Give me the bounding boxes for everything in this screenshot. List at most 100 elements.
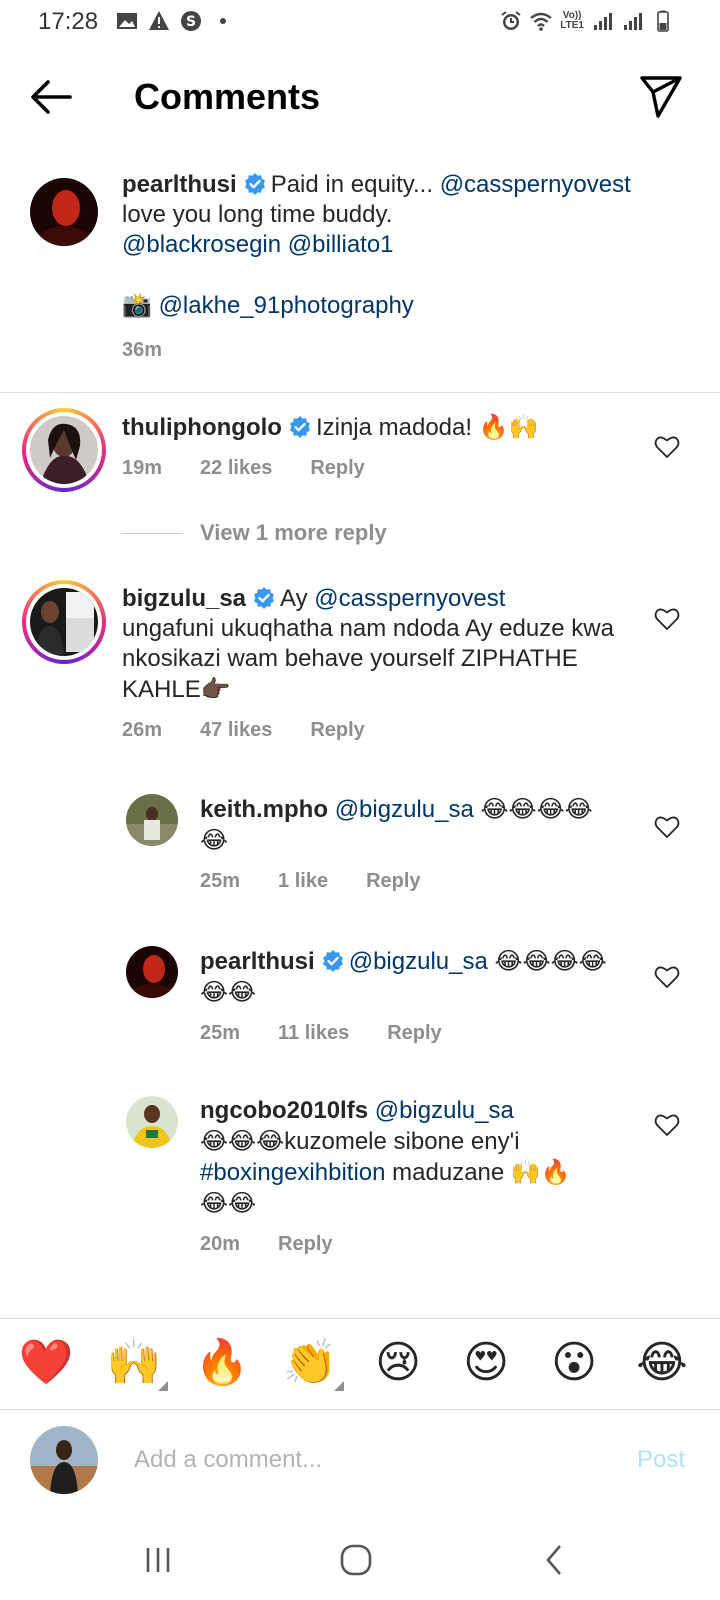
caption-line2: love you long time buddy. (122, 201, 393, 228)
avatar[interactable] (126, 794, 178, 846)
view-more-replies[interactable]: View 1 more reply (122, 520, 387, 546)
emoji-fire-button[interactable]: 🔥 (192, 1333, 252, 1393)
avatar[interactable] (30, 178, 98, 246)
android-nav-bar (0, 1520, 720, 1600)
reply-text: kuzomele sibone eny'i (284, 1128, 520, 1155)
emoji-heart-eyes-button[interactable]: 😍 (456, 1333, 516, 1393)
avatar (30, 588, 98, 656)
heart-icon[interactable] (654, 964, 680, 990)
status-icons-right: Vo)) LTE1 (500, 10, 674, 32)
status-time: 17:28 (38, 8, 99, 35)
reply-meta: 20m Reply (200, 1229, 620, 1259)
mention-link[interactable]: @bigzulu_sa (335, 796, 474, 823)
reply-body: pearlthusi @bigzulu_sa 😂😂😂😂😂😂 25m 11 like… (200, 946, 620, 1048)
comment-body: bigzulu_sa Ay @casspernyovest ungafuni uk… (122, 584, 622, 745)
heart-icon[interactable] (654, 434, 680, 460)
signal-icon (594, 13, 612, 30)
reply-username[interactable]: keith.mpho (200, 796, 328, 823)
send-direct-icon[interactable] (636, 72, 684, 120)
emoji-reactions-bar: ❤️ 🙌 🔥 👏 😢 😍 😮 😂 (0, 1318, 720, 1410)
avatar (30, 1426, 98, 1494)
story-ring[interactable] (22, 580, 106, 664)
reply-likes[interactable]: 1 like (278, 866, 328, 896)
status-bar: 17:28 S Vo)) LTE1 (0, 0, 720, 44)
reply-meta: 25m 1 like Reply (200, 866, 620, 896)
comment-likes[interactable]: 47 likes (200, 715, 272, 745)
caption-time: 36m (122, 339, 163, 361)
emoji-laughing-button[interactable]: 😂 (632, 1333, 692, 1393)
reply-time: 25m (200, 1022, 241, 1044)
post-button[interactable]: Post (637, 1446, 685, 1474)
story-ring[interactable] (22, 408, 106, 492)
battery-icon (657, 10, 669, 32)
caption-text-start: Paid in equity... (270, 171, 440, 198)
mention-link[interactable]: @bigzulu_sa (349, 948, 488, 975)
verified-badge-icon (254, 587, 275, 609)
avatar-image (30, 588, 98, 656)
reply-username[interactable]: ngcobo2010lfs (200, 1097, 368, 1124)
mention-link[interactable]: @blackrosegin (122, 231, 281, 258)
avatar-image (30, 178, 98, 246)
reply-button[interactable]: Reply (366, 866, 420, 896)
comment-username[interactable]: thuliphongolo (122, 414, 282, 441)
comment-text-pre: Ay (280, 585, 315, 612)
emoji-crying-button[interactable]: 😢 (368, 1333, 428, 1393)
emoji-clap: 👏 (282, 1337, 338, 1388)
network-type-label: Vo)) LTE1 (560, 11, 584, 31)
skin-tone-indicator (158, 1381, 168, 1391)
reply-emoji: 😂😂😂 (200, 1127, 285, 1155)
reply-text: maduzane (385, 1159, 511, 1186)
emoji-heart-button[interactable]: ❤️ (16, 1333, 76, 1393)
recent-apps-icon[interactable] (128, 1540, 188, 1580)
mention-link[interactable]: @casspernyovest (440, 171, 631, 198)
avatar-image (30, 416, 98, 484)
comment-text: Izinja madoda! (315, 414, 479, 441)
verified-badge-icon (322, 950, 343, 972)
svg-text:S: S (186, 14, 196, 30)
comment-time: 26m (122, 719, 163, 741)
network-lte-label: LTE1 (560, 20, 584, 31)
avatar-image (126, 794, 178, 846)
emoji-raised-hands: 🙌 (106, 1337, 162, 1388)
hashtag-link[interactable]: #boxingexihbition (200, 1159, 385, 1186)
reply-body: ngcobo2010lfs @bigzulu_sa 😂😂😂kuzomele si… (200, 1096, 620, 1259)
heart-icon[interactable] (654, 606, 680, 632)
reply-username[interactable]: pearlthusi (200, 948, 315, 975)
dot-icon (220, 18, 226, 24)
caption-username[interactable]: pearlthusi (122, 171, 237, 198)
reply-button[interactable]: Reply (310, 453, 364, 483)
emoji-raised-hands-button[interactable]: 🙌 (104, 1333, 168, 1393)
nav-back-icon[interactable] (524, 1540, 584, 1580)
comment-meta: 26m 47 likes Reply (122, 715, 622, 745)
avatar-image (126, 946, 178, 998)
camera-emoji: 📸 (122, 291, 152, 319)
reply-time: 25m (200, 870, 241, 892)
home-icon[interactable] (326, 1540, 386, 1580)
mention-link[interactable]: @billiato1 (288, 231, 394, 258)
comment-emoji: 👉🏿 (200, 675, 231, 703)
reply-emoji: 😂😂 (200, 1189, 257, 1217)
heart-icon[interactable] (654, 814, 680, 840)
avatar-image (30, 1426, 98, 1494)
reply-body: keith.mpho @bigzulu_sa 😂😂😂😂😂 25m 1 like … (200, 794, 620, 896)
avatar[interactable] (126, 1096, 178, 1148)
reply-likes[interactable]: 11 likes (278, 1018, 349, 1048)
comment-likes[interactable]: 22 likes (200, 453, 272, 483)
reply-button[interactable]: Reply (278, 1229, 332, 1259)
skin-tone-indicator (334, 1381, 344, 1391)
mention-link[interactable]: @casspernyovest (314, 585, 505, 612)
mention-link[interactable]: @lakhe_91photography (159, 292, 414, 319)
avatar[interactable] (126, 946, 178, 998)
divider (0, 392, 720, 393)
reply-button[interactable]: Reply (310, 715, 364, 745)
mention-link[interactable]: @bigzulu_sa (375, 1097, 514, 1124)
heart-icon[interactable] (654, 1112, 680, 1138)
emoji-surprised-button[interactable]: 😮 (544, 1333, 604, 1393)
page-title: Comments (134, 76, 321, 117)
reply-button[interactable]: Reply (387, 1018, 441, 1048)
add-comment-input[interactable] (134, 1440, 594, 1480)
comment-username[interactable]: bigzulu_sa (122, 585, 246, 612)
emoji-clap-button[interactable]: 👏 (280, 1333, 344, 1393)
back-arrow-icon[interactable] (26, 74, 76, 120)
caption-text: pearlthusi Paid in equity... @casspernyov… (122, 170, 682, 365)
